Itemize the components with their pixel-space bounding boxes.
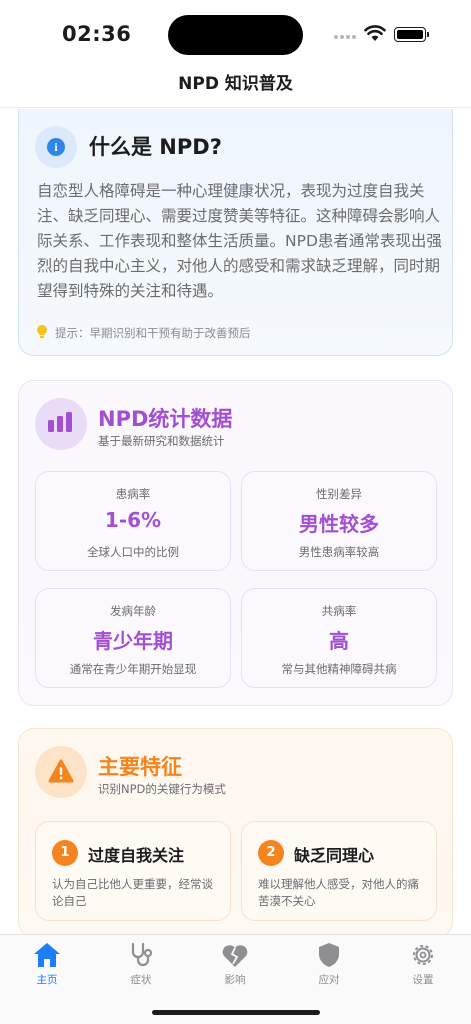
navigation-bar: NPD 知识普及	[0, 66, 471, 108]
npd-stats-card: NPD统计数据 基于最新研究和数据统计 患病率 1-6% 全球人口中的比例 性别…	[18, 380, 453, 706]
main-features-card: 主要特征 识别NPD的关键行为模式 1 过度自我关注 认为自己比他人更重要，经常…	[18, 728, 453, 938]
what-is-title: 什么是 NPD?	[89, 135, 222, 159]
stethoscope-icon	[131, 942, 153, 967]
tab-coping[interactable]: 应对	[282, 941, 376, 995]
feature-number-badge: 1	[52, 840, 78, 866]
stat-value: 高	[329, 629, 349, 653]
tab-label: 设置	[412, 974, 434, 986]
shield-icon	[319, 943, 339, 967]
feature-description: 难以理解他人感受，对他人的痛苦漠不关心	[258, 877, 419, 908]
tab-home[interactable]: 主页	[0, 941, 94, 995]
stat-onset-age: 发病年龄 青少年期 通常在青少年期开始显现	[35, 588, 231, 688]
stat-value: 1-6%	[104, 508, 162, 532]
stat-label: 患病率	[115, 487, 151, 501]
tab-settings[interactable]: 设置	[376, 941, 470, 995]
tab-symptoms[interactable]: 症状	[94, 941, 188, 995]
features-subtitle: 识别NPD的关键行为模式	[98, 782, 226, 796]
stat-gender-difference: 性别差异 男性较多 男性患病率较高	[241, 471, 437, 571]
what-is-npd-card: i 什么是 NPD? 自恋型人格障碍是一种心理健康状况，表现为过度自我关注、缺乏…	[18, 109, 453, 356]
tab-impact[interactable]: 影响	[188, 941, 282, 995]
feature-item[interactable]: 1 过度自我关注 认为自己比他人更重要，经常谈论自己	[35, 821, 231, 921]
feature-item[interactable]: 2 缺乏同理心 难以理解他人感受，对他人的痛苦漠不关心	[241, 821, 437, 921]
status-time: 02:36	[62, 22, 132, 46]
stat-description: 全球人口中的比例	[87, 545, 179, 559]
feature-number-badge: 2	[258, 840, 284, 866]
feature-name: 过度自我关注	[88, 846, 185, 865]
tab-label: 症状	[130, 974, 152, 986]
battery-icon	[394, 27, 429, 42]
tab-label: 应对	[318, 974, 340, 986]
stat-comorbidity: 共病率 高 常与其他精神障碍共病	[241, 588, 437, 688]
features-title: 主要特征	[98, 755, 182, 779]
cellular-signal-icon	[334, 35, 356, 39]
dynamic-island	[168, 15, 303, 55]
bar-chart-icon	[35, 398, 87, 450]
tip-text: 提示：早期识别和干预有助于改善预后	[55, 326, 251, 340]
stat-label: 性别差异	[316, 487, 362, 501]
stat-label: 发病年龄	[110, 604, 156, 618]
warning-icon	[35, 746, 87, 798]
lightbulb-icon	[37, 324, 47, 338]
feature-description: 认为自己比他人更重要，经常谈论自己	[52, 877, 213, 908]
home-icon	[34, 943, 60, 967]
stat-label: 共病率	[321, 604, 357, 618]
stat-description: 男性患病率较高	[298, 545, 380, 559]
tab-label: 主页	[36, 974, 58, 986]
stat-prevalence: 患病率 1-6% 全球人口中的比例	[35, 471, 231, 571]
stat-description: 通常在青少年期开始显现	[69, 662, 197, 676]
page-title: NPD 知识普及	[178, 74, 293, 94]
tab-label: 影响	[224, 974, 246, 986]
info-icon: i	[35, 126, 77, 168]
stat-description: 常与其他精神障碍共病	[281, 662, 397, 676]
stat-value: 青少年期	[93, 629, 173, 653]
feature-name: 缺乏同理心	[294, 846, 375, 865]
status-bar: 02:36	[0, 0, 471, 66]
stats-subtitle: 基于最新研究和数据统计	[98, 434, 225, 448]
stats-title: NPD统计数据	[98, 407, 233, 431]
broken-heart-icon	[222, 945, 248, 967]
stat-value: 男性较多	[299, 512, 379, 536]
what-is-body: 自恋型人格障碍是一种心理健康状况，表现为过度自我关注、缺乏同理心、需要过度赞美等…	[37, 182, 442, 300]
home-indicator	[152, 1010, 320, 1015]
wifi-icon	[364, 25, 386, 41]
gear-icon	[413, 945, 433, 965]
